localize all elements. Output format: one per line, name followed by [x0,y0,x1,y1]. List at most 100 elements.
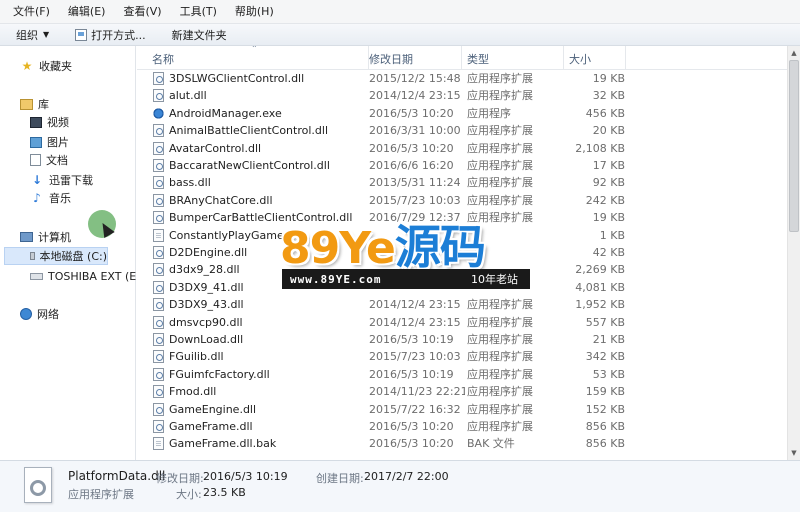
file-row[interactable]: DownLoad.dll 2016/5/3 10:19 应用程序扩展 21 KB [137,331,787,348]
file-row[interactable]: D2DEngine.dll 42 KB [137,244,787,261]
menu-view[interactable]: 查看(V) [118,0,166,24]
file-date [369,244,465,261]
file-type: 应用程序扩展 [467,141,533,155]
column-header-size[interactable]: 大小 [564,46,626,70]
file-date: 2016/5/3 10:20 [369,141,454,155]
documents-library-icon [30,154,41,166]
nav-thunder-downloads[interactable]: ↓ 迅雷下载 [30,171,93,189]
nav-local-disk[interactable]: 本地磁盘 (C:) [4,247,108,265]
file-row[interactable]: bass.dll 2013/5/31 11:24 应用程序扩展 92 KB [137,174,787,191]
column-header-type[interactable]: 类型 [462,46,564,70]
file-name-cell: 3DSLWGClientControl.dll [153,70,367,87]
open-with-button[interactable]: 打开方式... [71,25,150,45]
details-size-value: 23.5 KB [203,486,246,499]
file-row[interactable]: GameFrame.dll 2016/5/3 10:20 应用程序扩展 856 KB [137,418,787,435]
file-size: 2,108 KB [575,141,625,155]
file-date: 2015/12/2 15:48 [369,72,461,85]
file-row[interactable]: AndroidManager.exe 2016/5/3 10:20 应用程序 456 … [137,105,787,122]
nav-music[interactable]: ♪ 音乐 [30,189,71,207]
file-row[interactable]: AnimalBattleClientControl.dll 2016/3/31 1… [137,122,787,139]
nav-network[interactable]: 网络 [20,305,59,323]
file-row[interactable]: BRAnyChatCore.dll 2015/7/23 10:03 应用程序扩展 24… [137,192,787,209]
file-row[interactable]: BumperCarBattleClientControl.dll 2016/7/2… [137,209,787,226]
music-note-icon: ♪ [33,190,41,205]
file-size: 21 KB [592,333,625,346]
file-name: FGuimfcFactory.dll [169,367,270,381]
generic-file-icon [153,437,164,451]
file-type: 应用程序扩展 [467,211,533,225]
file-date: 2013/5/31 11:24 [369,176,461,190]
file-size: 4,081 KB [575,280,625,294]
file-type: 应用程序扩展 [467,176,533,190]
dll-file-icon [153,402,164,416]
nav-favorites[interactable]: ★ 收藏夹 [20,57,72,75]
file-row[interactable]: d3dx9_28.dll 2,269 KB [137,261,787,278]
nav-music-label: 音乐 [49,192,71,205]
menu-tools[interactable]: 工具(T) [175,0,222,24]
vertical-scrollbar[interactable]: ▲ ▼ [787,46,800,460]
column-headers: ⌃ 名称 修改日期 类型 大小 [137,46,787,70]
nav-favorites-label: 收藏夹 [39,60,72,73]
file-date: 2015/7/22 16:32 [369,402,461,416]
scroll-up-icon[interactable]: ▲ [788,46,800,60]
column-header-date[interactable]: 修改日期 [364,46,462,70]
file-row[interactable]: D3DX9_43.dll 2014/12/4 23:15 应用程序扩展 1,952 K… [137,296,787,313]
file-row[interactable]: AvatarControl.dll 2016/5/3 10:20 应用程序扩展 2,1… [137,140,787,157]
dll-file-icon [153,420,164,433]
dll-file-icon [153,246,164,259]
menu-file[interactable]: 文件(F) [8,0,55,24]
file-type: 应用程序扩展 [467,350,533,364]
organize-label: 组织 [16,28,38,42]
menu-edit[interactable]: 编辑(E) [63,0,111,24]
file-date: 2014/12/4 23:15 [369,298,461,312]
nav-computer[interactable]: 计算机 [20,228,71,246]
file-name-cell: GameFrame.dll.bak [153,435,367,452]
file-name: ConstantlyPlayGame.w [169,228,297,242]
new-folder-button[interactable]: 新建文件夹 [168,25,231,45]
nav-videos[interactable]: 视频 [30,113,69,131]
nav-thunder-downloads-label: 迅雷下载 [49,174,93,187]
file-row[interactable]: Fmod.dll 2014/11/23 22:21 应用程序扩展 159 KB [137,383,787,400]
file-name-cell: Fmod.dll [153,383,367,400]
file-size: 152 KB [585,402,625,416]
organize-button[interactable]: 组织 ▼ [12,25,53,45]
nav-documents[interactable]: 文档 [30,151,68,169]
file-type: 应用程序扩展 [467,193,533,207]
file-row[interactable]: alut.dll 2014/12/4 23:15 应用程序扩展 32 KB [137,87,787,104]
file-row[interactable]: dmsvcp90.dll 2014/12/4 23:15 应用程序扩展 557 KB [137,314,787,331]
star-icon: ★ [21,58,33,73]
nav-pictures[interactable]: 图片 [30,133,69,151]
menu-help[interactable]: 帮助(H) [230,0,279,24]
file-row[interactable]: GameEngine.dll 2015/7/22 16:32 应用程序扩展 152 K… [137,401,787,418]
scroll-down-icon[interactable]: ▼ [788,446,800,460]
file-type [467,227,561,244]
nav-external-drive[interactable]: TOSHIBA EXT (E:) [30,267,144,285]
dll-file-icon [153,350,164,364]
file-name: D3DX9_41.dll [169,280,244,294]
scrollbar-thumb[interactable] [789,60,799,232]
file-row[interactable]: GameFrame.dll.bak 2016/5/3 10:20 BAK 文件 856… [137,435,787,452]
chevron-down-icon: ▼ [43,30,50,39]
file-row[interactable]: ConstantlyPlayGame.w 1 KB [137,227,787,244]
dll-file-icon [153,211,164,225]
dll-file-icon [153,367,164,381]
navigation-pane: ★ 收藏夹 库 视频 图片 文档 ↓ 迅雷下载 ♪ 音乐 计算机 本地磁盘 (C… [0,46,144,460]
file-row[interactable]: D3DX9_41.dll 4,081 KB [137,279,787,296]
nav-libraries[interactable]: 库 [20,95,49,113]
command-bar: 组织 ▼ 打开方式... 新建文件夹 [0,24,800,46]
file-row[interactable]: 3DSLWGClientControl.dll 2015/12/2 15:48 应用… [137,70,787,87]
file-row[interactable]: FGuimfcFactory.dll 2016/5/3 10:19 应用程序扩展 53… [137,366,787,383]
file-date: 2016/5/3 10:20 [369,437,454,451]
dll-file-icon [153,141,164,155]
file-row[interactable]: FGuilib.dll 2015/7/23 10:03 应用程序扩展 342 KB [137,348,787,365]
file-date: 2016/5/3 10:19 [369,367,454,381]
details-modified-label: 修改日期: [156,472,204,485]
file-date [369,261,465,278]
file-name: GameFrame.dll [169,420,253,433]
column-header-name[interactable]: 名称 [147,46,369,70]
file-date: 2014/11/23 22:21 [369,385,465,399]
file-row[interactable]: BaccaratNewClientControl.dll 2016/6/6 16:… [137,157,787,174]
dll-file-icon [153,298,164,312]
dll-file-icon [153,72,164,85]
details-filename: PlatformData.dll [68,469,166,483]
